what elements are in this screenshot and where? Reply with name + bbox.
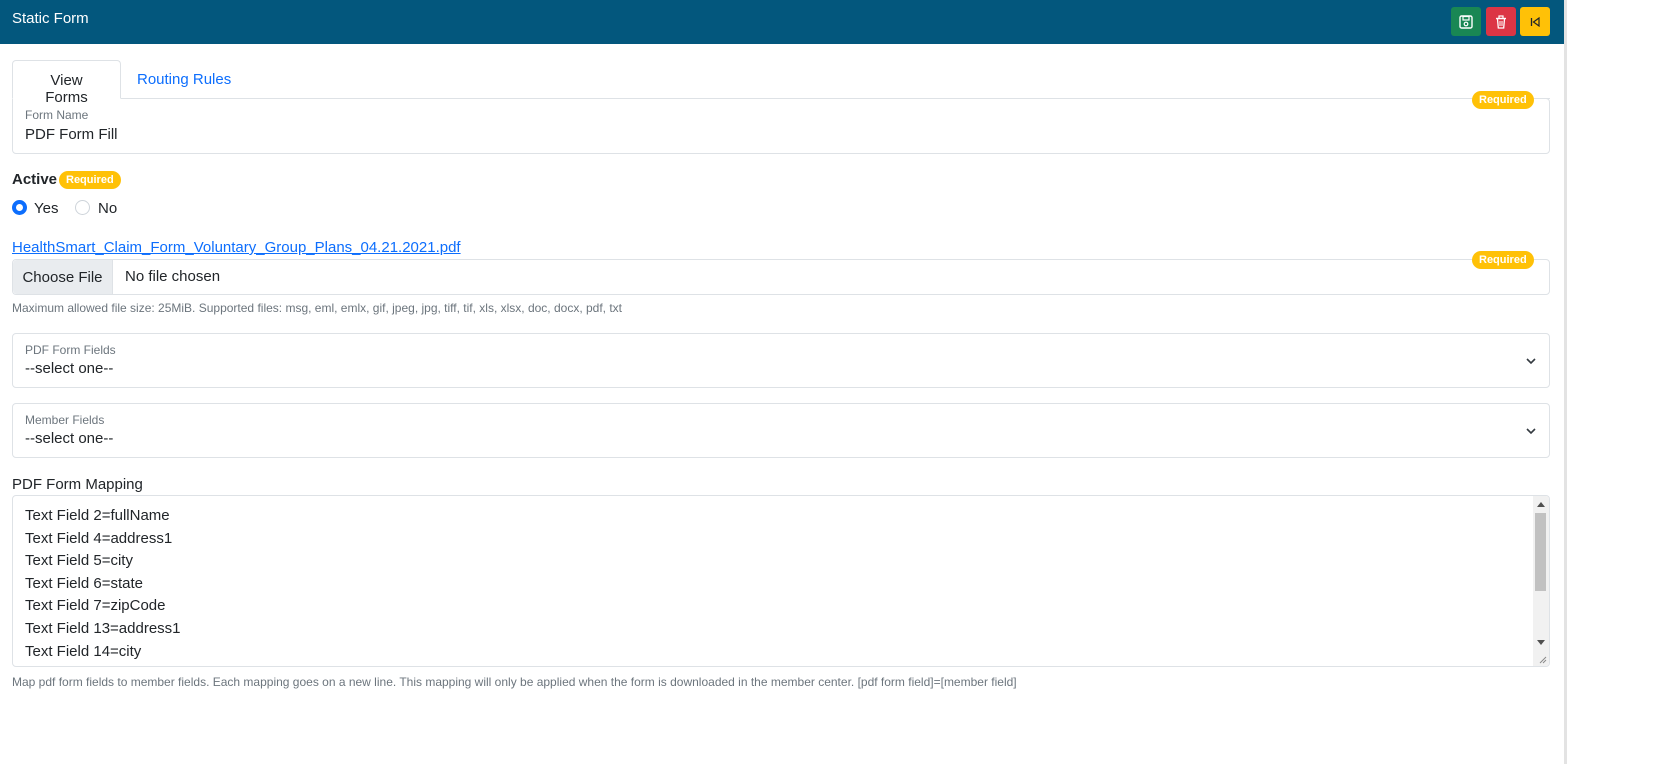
tab-view-forms[interactable]: View Forms bbox=[12, 60, 121, 106]
chevron-down-icon bbox=[1526, 428, 1536, 435]
active-label: Active bbox=[12, 171, 58, 188]
form-name-field[interactable]: Form Name PDF Form Fill bbox=[12, 98, 1550, 154]
form-name-label: Form Name bbox=[25, 108, 89, 122]
active-no-label[interactable]: No bbox=[98, 200, 117, 217]
mapping-line: Text Field 13=address1 bbox=[25, 619, 181, 637]
active-yes-label[interactable]: Yes bbox=[34, 200, 58, 217]
file-required-badge: Required bbox=[1472, 251, 1534, 269]
form-name-input[interactable]: PDF Form Fill bbox=[25, 126, 118, 143]
active-no-radio[interactable] bbox=[75, 200, 90, 215]
mapping-line: Text Field 7=zipCode bbox=[25, 597, 166, 615]
pdf-form-fields-select[interactable]: PDF Form Fields --select one-- bbox=[12, 333, 1550, 388]
page-title: Static Form bbox=[12, 10, 89, 27]
member-fields-label: Member Fields bbox=[25, 413, 105, 427]
file-status: No file chosen bbox=[125, 268, 221, 285]
scroll-up-icon[interactable] bbox=[1537, 502, 1545, 507]
current-file-link[interactable]: HealthSmart_Claim_Form_Voluntary_Group_P… bbox=[12, 239, 461, 256]
mapping-textarea[interactable]: Text Field 2=fullName Text Field 4=addre… bbox=[12, 495, 1550, 667]
file-help-text: Maximum allowed file size: 25MiB. Suppor… bbox=[12, 301, 623, 315]
scroll-thumb[interactable] bbox=[1535, 513, 1546, 591]
mapping-line: Text Field 2=fullName bbox=[25, 507, 170, 524]
mapping-lines: Text Field 2=fullName Text Field 4=addre… bbox=[25, 505, 181, 663]
app-header: Static Form bbox=[0, 0, 1564, 44]
chevron-down-icon bbox=[1526, 358, 1536, 365]
member-fields-value: --select one-- bbox=[25, 430, 114, 447]
textarea-scrollbar[interactable] bbox=[1533, 496, 1549, 666]
active-required-badge: Required bbox=[59, 171, 121, 189]
mapping-help-text: Map pdf form fields to member fields. Ea… bbox=[12, 675, 1017, 689]
mapping-line: Text Field 5=city bbox=[25, 552, 133, 570]
mapping-line: Text Field 4=address1 bbox=[25, 529, 173, 547]
tab-routing-rules[interactable]: Routing Rules bbox=[121, 60, 247, 99]
mapping-line: Text Field 14=city bbox=[25, 642, 142, 660]
form-name-required-badge: Required bbox=[1472, 91, 1534, 109]
save-button[interactable] bbox=[1451, 7, 1481, 36]
scroll-down-icon[interactable] bbox=[1537, 640, 1545, 645]
trash-icon bbox=[1496, 14, 1506, 29]
choose-file-button[interactable]: Choose File bbox=[13, 260, 113, 294]
delete-button[interactable] bbox=[1486, 7, 1516, 36]
mapping-label: PDF Form Mapping bbox=[12, 476, 143, 493]
active-yes-radio[interactable] bbox=[12, 200, 27, 215]
back-arrow-icon bbox=[1530, 16, 1540, 27]
mapping-line: Text Field 6=state bbox=[25, 574, 143, 592]
back-button[interactable] bbox=[1520, 7, 1550, 36]
member-fields-select[interactable]: Member Fields --select one-- bbox=[12, 403, 1550, 458]
resize-grip-icon[interactable] bbox=[1538, 655, 1547, 664]
file-input[interactable]: Choose File No file chosen bbox=[12, 259, 1550, 295]
floppy-disk-icon bbox=[1459, 14, 1473, 29]
pdf-form-fields-value: --select one-- bbox=[25, 360, 114, 377]
pdf-form-fields-label: PDF Form Fields bbox=[25, 343, 116, 357]
page-scrollbar[interactable] bbox=[1564, 0, 1567, 764]
